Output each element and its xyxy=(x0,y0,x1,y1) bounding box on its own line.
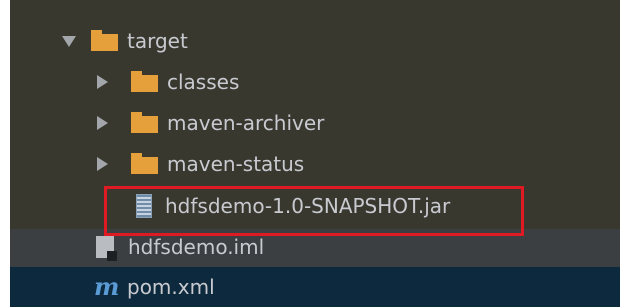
chevron-right-icon[interactable] xyxy=(97,116,108,130)
tree-item-pom[interactable]: m pom.xml xyxy=(10,267,620,307)
folder-icon xyxy=(131,153,158,174)
tree-item-label: pom.xml xyxy=(127,275,215,299)
folder-icon xyxy=(131,112,158,133)
chevron-down-icon[interactable] xyxy=(62,36,76,47)
tree-item-label: maven-status xyxy=(167,152,305,176)
tree-item-classes[interactable]: classes xyxy=(10,62,620,102)
project-tree: target classes maven-archiver maven-stat… xyxy=(10,0,620,307)
folder-icon xyxy=(131,71,158,92)
maven-icon: m xyxy=(94,272,120,301)
tree-item-label: classes xyxy=(167,70,240,94)
highlight-annotation-box xyxy=(104,186,524,236)
folder-icon xyxy=(91,30,118,51)
tree-item-maven-archiver[interactable]: maven-archiver xyxy=(10,103,620,143)
project-panel: target classes maven-archiver maven-stat… xyxy=(0,0,620,307)
chevron-right-icon[interactable] xyxy=(97,75,108,89)
tree-item-label: target xyxy=(127,29,188,53)
module-file-icon xyxy=(96,236,117,261)
chevron-right-icon[interactable] xyxy=(97,157,108,171)
tree-item-label: maven-archiver xyxy=(167,111,325,135)
tree-item-maven-status[interactable]: maven-status xyxy=(10,144,620,184)
tree-item-target[interactable]: target xyxy=(10,21,620,61)
